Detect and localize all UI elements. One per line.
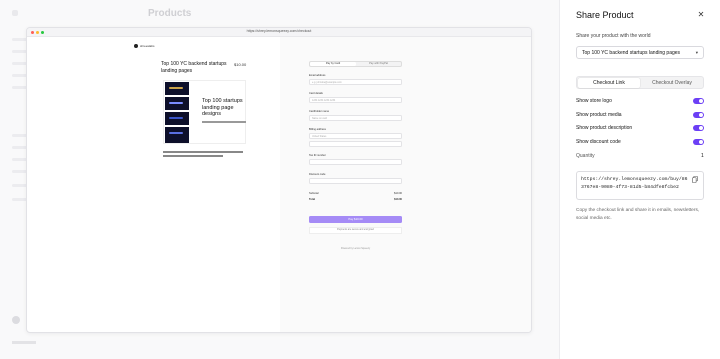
store-logo-icon [134,44,138,48]
product-description [163,151,243,153]
media-thumbnail [165,112,189,125]
product-title: Top 100 YC backend startups landing page… [161,61,227,74]
avatar [12,316,20,324]
card-field[interactable]: 1234 1234 1234 1234 [309,97,402,103]
panel-subtitle: Share your product with the world [576,33,651,39]
powered-by: Powered by Lemon Squeezy [340,248,371,250]
browser-bar: https://shrey.lemonsqueezy.com/checkout [27,28,531,37]
checkout-form: Pay by Card Pay with PayPal Email addres… [280,37,531,332]
checkout-link[interactable]: https://shrey.lemonsqueezy.com/buy/86376… [581,176,689,192]
tab-checkout-overlay[interactable]: Checkout Overlay [641,78,703,88]
media-thumbnail [165,82,189,95]
option-discount-code-label: Show discount code [576,139,621,145]
sidebar-footer [12,341,36,344]
quantity-label: Quantity [576,153,595,159]
help-text: Copy the checkout link and share it in e… [576,208,700,221]
quantity-value[interactable]: 1 [701,153,704,159]
product-media: Top 100 startups landing page designs [163,80,246,144]
product-select-value: Top 100 YC backend startups landing page… [582,50,681,56]
app-logo-icon [12,10,18,16]
discount-label: Discount code [309,173,326,176]
tab-pay-by-card[interactable]: Pay by Card [310,62,356,66]
store-name: shreeslabs [140,44,155,48]
toggle-show-product-description[interactable] [693,125,704,131]
media-subline [202,121,246,123]
share-product-panel: Share Product ✕ Share your product with … [559,0,720,359]
billing-placeholder: United States [312,135,327,138]
chevron-down-icon: ▾ [695,50,698,55]
share-mode-tabs: Checkout Link Checkout Overlay [576,76,704,89]
pay-button[interactable]: Pay $10.00 [309,216,402,223]
media-thumbnail [165,97,189,110]
subtotal-label: Subtotal [309,192,319,195]
card-label: Card details [309,92,323,95]
billing-label: Billing address [309,128,326,131]
billing-zip-field[interactable] [309,141,402,147]
secure-note: Payments are secure and encrypted [309,227,402,234]
billing-country-select[interactable]: United States [309,133,402,139]
product-summary: shreeslabs Top 100 YC backend startups l… [27,37,280,332]
cardholder-label: Cardholder name [309,110,330,113]
card-placeholder: 1234 1234 1234 1234 [312,99,336,102]
media-thumbnail [165,127,189,143]
app-root: Products https://shrey.lemonsqueezy.com/… [0,0,720,359]
toggle-show-product-media[interactable] [693,112,704,118]
product-select[interactable]: Top 100 YC backend startups landing page… [576,46,704,59]
email-label: Email address [309,74,326,77]
total-value: $10.00 [394,198,402,201]
discount-field[interactable] [309,178,402,184]
product-price: $10.00 [234,62,247,67]
total-label: Total [309,198,316,201]
subtotal-row: Subtotal $10.00 [309,192,402,195]
email-field[interactable]: e.g. johndoe@example.com [309,79,402,85]
payment-method-toggle[interactable]: Pay by Card Pay with PayPal [309,61,402,67]
subtotal-value: $10.00 [394,192,402,195]
page-title: Products [148,8,192,19]
cardholder-placeholder: Name on card [312,117,328,120]
copy-icon[interactable] [692,176,698,183]
option-store-logo-label: Show store logo [576,98,612,104]
media-caption: Top 100 startups landing page designs [202,98,243,117]
panel-title: Share Product [576,10,634,20]
product-description [163,155,223,157]
preview-url: https://shrey.lemonsqueezy.com/checkout [246,29,312,33]
close-icon[interactable]: ✕ [696,10,706,20]
tax-id-label: Tax ID number [309,154,326,157]
total-row: Total $10.00 [309,198,402,201]
option-product-media-label: Show product media [576,112,622,118]
toggle-show-store-logo[interactable] [693,98,704,104]
tab-checkout-link[interactable]: Checkout Link [578,78,640,88]
tax-id-field[interactable] [309,159,402,165]
cardholder-field[interactable]: Name on card [309,115,402,121]
checkout-preview-window: https://shrey.lemonsqueezy.com/checkout … [26,27,532,333]
option-product-description-label: Show product description [576,125,633,131]
toggle-show-discount-code[interactable] [693,139,704,145]
tab-pay-with-paypal[interactable]: Pay with PayPal [356,62,401,66]
checkout-link-box[interactable]: https://shrey.lemonsqueezy.com/buy/86376… [576,171,704,200]
email-placeholder: e.g. johndoe@example.com [312,81,342,84]
